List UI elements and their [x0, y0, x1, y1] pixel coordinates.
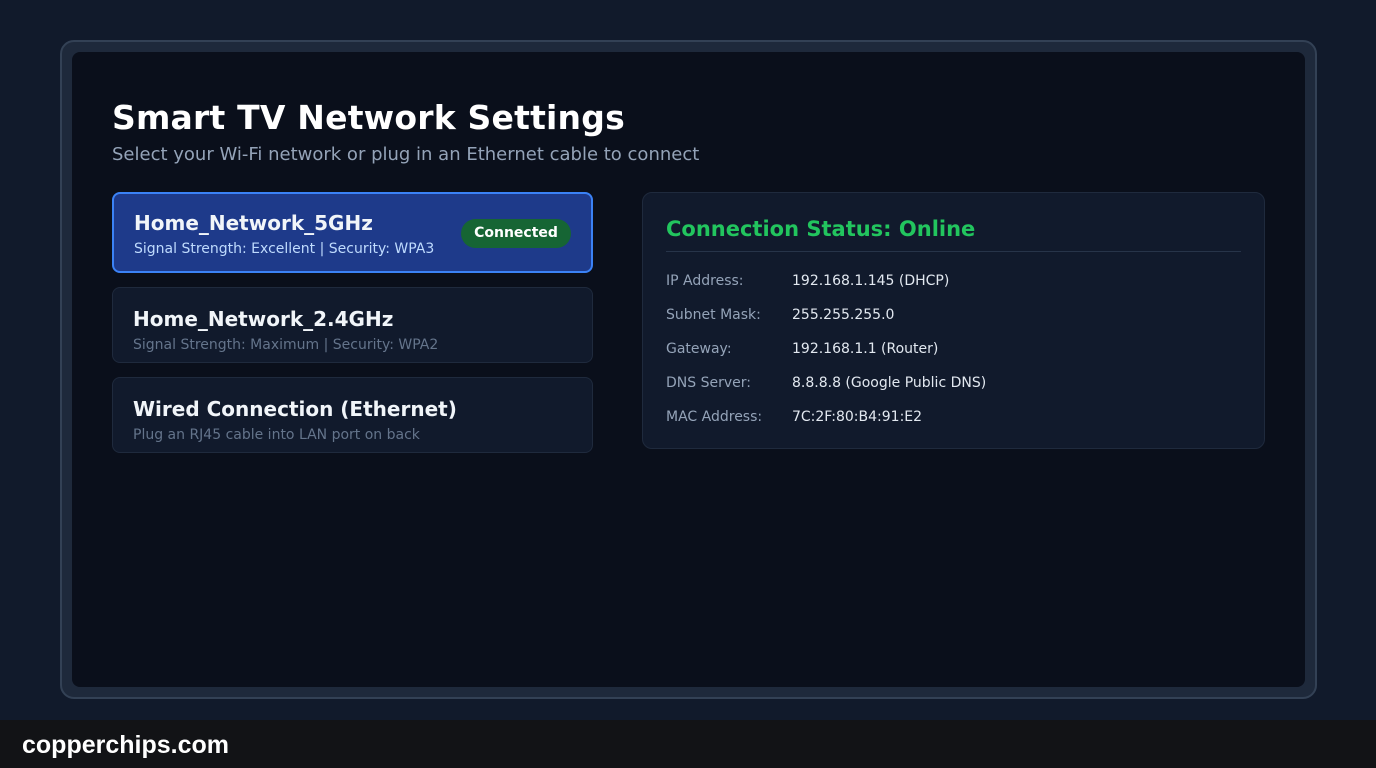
network-list: Home_Network_5GHz Signal Strength: Excel… — [112, 192, 593, 467]
site-brand: copperchips.com — [22, 731, 229, 759]
network-name: Wired Connection (Ethernet) — [133, 397, 457, 421]
info-label: MAC Address: — [666, 409, 763, 425]
info-value: 8.8.8.8 (Google Public DNS) — [792, 375, 987, 391]
tv-screen: Smart TV Network Settings Select your Wi… — [72, 52, 1305, 687]
info-label: IP Address: — [666, 273, 744, 289]
connected-badge: Connected — [461, 219, 571, 248]
network-details: Signal Strength: Maximum | Security: WPA… — [133, 337, 439, 353]
info-row-dns-server: DNS Server: 8.8.8.8 (Google Public DNS) — [666, 366, 1241, 400]
footer-bar: copperchips.com — [0, 720, 1376, 768]
connection-status-panel: Connection Status: Online IP Address: 19… — [642, 192, 1265, 449]
page-subtitle: Select your Wi-Fi network or plug in an … — [112, 144, 700, 165]
info-row-ip-address: IP Address: 192.168.1.145 (DHCP) — [666, 264, 1241, 298]
info-value: 7C:2F:80:B4:91:E2 — [792, 409, 923, 425]
tv-frame: Smart TV Network Settings Select your Wi… — [60, 40, 1317, 699]
network-details: Plug an RJ45 cable into LAN port on back — [133, 427, 420, 443]
info-row-gateway: Gateway: 192.168.1.1 (Router) — [666, 332, 1241, 366]
info-value: 192.168.1.145 (DHCP) — [792, 273, 950, 289]
info-row-mac-address: MAC Address: 7C:2F:80:B4:91:E2 — [666, 400, 1241, 434]
info-label: Gateway: — [666, 341, 732, 357]
page-title: Smart TV Network Settings — [112, 98, 625, 137]
network-item-home-2-4ghz[interactable]: Home_Network_2.4GHz Signal Strength: Max… — [112, 287, 593, 363]
info-label: Subnet Mask: — [666, 307, 761, 323]
network-name: Home_Network_2.4GHz — [133, 307, 394, 331]
info-label: DNS Server: — [666, 375, 751, 391]
connection-info-list: IP Address: 192.168.1.145 (DHCP) Subnet … — [666, 264, 1241, 434]
network-item-wired-ethernet[interactable]: Wired Connection (Ethernet) Plug an RJ45… — [112, 377, 593, 453]
info-row-subnet-mask: Subnet Mask: 255.255.255.0 — [666, 298, 1241, 332]
network-item-home-5ghz[interactable]: Home_Network_5GHz Signal Strength: Excel… — [112, 192, 593, 273]
connection-status-heading: Connection Status: Online — [666, 213, 1241, 252]
info-value: 255.255.255.0 — [792, 307, 895, 323]
info-value: 192.168.1.1 (Router) — [792, 341, 939, 357]
